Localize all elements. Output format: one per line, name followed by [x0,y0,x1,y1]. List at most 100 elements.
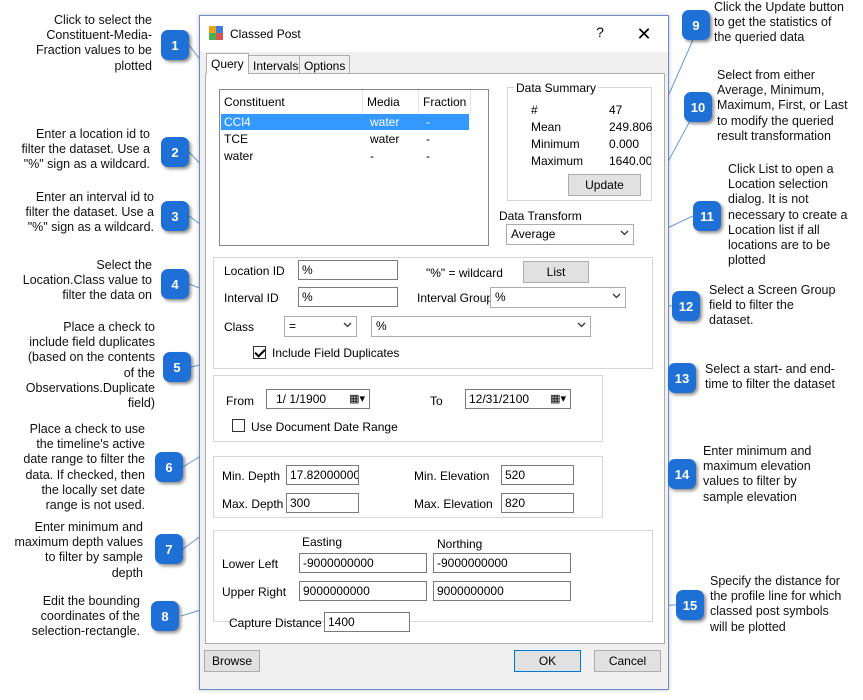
tab-query[interactable]: Query [206,53,249,74]
help-button[interactable]: ? [590,24,610,44]
mean-label: Mean [531,120,562,134]
count-label: # [531,103,538,117]
chevron-down-icon [343,322,352,328]
wildcard-note: "%" = wildcard [426,266,503,280]
calendar-icon[interactable]: ▦▾ [349,392,365,405]
chevron-down-icon [577,322,586,328]
annotation-note-4: Select the Location.Class value to filte… [22,258,152,303]
constituent-list[interactable]: Constituent Media Fraction CCl4 water - … [219,89,489,246]
include-duplicates-label: Include Field Duplicates [272,346,400,360]
callout-badge-7: 7 [155,534,183,564]
min-depth-label: Min. Depth [222,469,281,483]
include-duplicates-checkbox[interactable] [253,346,266,359]
callout-badge-6: 6 [155,452,183,482]
data-transform-label: Data Transform [499,209,582,223]
annotation-note-11: Click List to open a Location selection … [728,162,848,268]
class-operator-select[interactable]: = [284,316,357,337]
use-document-date-checkbox[interactable] [232,419,245,432]
callout-badge-9: 9 [682,10,710,40]
annotation-note-13: Select a start- and end- time to filter … [705,362,835,392]
class-label: Class [224,320,255,334]
list-button[interactable]: List [523,261,589,283]
callout-badge-1: 1 [161,30,189,60]
annotation-note-10: Select from either Average, Minimum, Max… [717,68,848,143]
max-elevation-field[interactable]: 820 [501,493,574,513]
annotation-note-5: Place a check to include field duplicate… [25,320,155,411]
calendar-icon[interactable]: ▦▾ [550,392,566,405]
chevron-down-icon [620,230,629,236]
easting-label: Easting [302,535,343,549]
close-icon[interactable]: ✕ [632,22,656,46]
annotation-note-9: Click the Update button to get the stati… [714,0,844,45]
browse-button[interactable]: Browse [204,650,260,672]
window-title: Classed Post [230,27,301,41]
list-item[interactable]: CCl4 water - [221,114,469,130]
upper-right-easting-field[interactable]: 9000000000 [299,581,427,601]
callout-badge-12: 12 [672,291,700,321]
callout-badge-10: 10 [684,92,712,122]
max-depth-field[interactable]: 300 [286,493,359,513]
column-header-constituent[interactable]: Constituent [220,90,363,114]
count-value: 47 [609,103,623,117]
cancel-button[interactable]: Cancel [594,650,661,672]
from-label: From [226,394,254,408]
app-icon [209,26,223,40]
min-elevation-label: Min. Elevation [414,469,490,483]
callout-badge-4: 4 [161,269,189,299]
column-header-media[interactable]: Media [363,90,419,114]
capture-distance-field[interactable]: 1400 [324,612,410,632]
callout-badge-2: 2 [161,137,189,167]
annotation-note-14: Enter minimum and maximum elevation valu… [703,444,812,504]
max-elevation-label: Max. Elevation [414,497,493,511]
lower-left-easting-field[interactable]: -9000000000 [299,553,427,573]
callout-badge-8: 8 [151,601,179,631]
callout-badge-5: 5 [163,352,191,382]
annotation-note-6: Place a check to use the timeline's acti… [23,422,145,513]
list-item[interactable]: TCE water - [221,131,469,147]
callout-badge-3: 3 [161,201,189,231]
northing-label: Northing [437,537,483,551]
interval-id-field[interactable]: % [298,287,398,307]
interval-group-select[interactable]: % [490,287,626,308]
class-value-select[interactable]: % [371,316,591,337]
title-bar: Classed Post ? ✕ [200,16,668,52]
tab-options[interactable]: Options [299,55,351,74]
list-item[interactable]: water - - [221,148,469,164]
annotation-note-1: Click to select the Constituent-Media- F… [35,13,152,73]
annotation-note-12: Select a Screen Group field to filter th… [709,283,836,328]
to-label: To [430,394,443,408]
to-date-picker[interactable]: 12/31/2100 ▦▾ [465,389,571,409]
lower-left-northing-field[interactable]: -9000000000 [433,553,571,573]
maximum-value: 1640.000 [609,154,651,168]
mean-value: 249.806 [609,120,653,134]
min-depth-field[interactable]: 17.82000000( [286,465,359,485]
min-elevation-field[interactable]: 520 [501,465,574,485]
location-id-field[interactable]: % [298,260,398,280]
maximum-label: Maximum [531,154,584,168]
upper-right-label: Upper Right [222,585,287,599]
lower-left-label: Lower Left [222,557,279,571]
from-date-picker[interactable]: 1/ 1/1900 ▦▾ [266,389,370,409]
callout-badge-11: 11 [693,201,721,231]
minimum-label: Minimum [531,137,580,151]
annotation-note-2: Enter a location id to filter the datase… [21,127,150,172]
ok-button[interactable]: OK [514,650,581,672]
location-id-label: Location ID [224,264,285,278]
update-button[interactable]: Update [568,174,641,196]
max-depth-label: Max. Depth [222,497,284,511]
chevron-down-icon [612,293,621,299]
upper-right-northing-field[interactable]: 9000000000 [433,581,571,601]
use-document-date-label: Use Document Date Range [251,420,398,434]
callout-badge-15: 15 [676,590,704,620]
data-transform-select[interactable]: Average [506,224,634,245]
annotation-note-7: Enter minimum and maximum depth values t… [14,520,143,580]
annotation-note-15: Specify the distance for the profile lin… [710,574,842,634]
annotation-note-8: Edit the bounding coordinates of the sel… [31,594,140,639]
tab-intervals[interactable]: Intervals [248,55,304,74]
interval-id-label: Interval ID [224,291,279,305]
interval-group-label: Interval Group [417,291,494,305]
callout-badge-13: 13 [668,363,696,393]
column-header-fraction[interactable]: Fraction [419,90,471,114]
annotation-note-3: Enter an interval id to filter the datas… [25,190,154,235]
callout-badge-14: 14 [668,459,696,489]
